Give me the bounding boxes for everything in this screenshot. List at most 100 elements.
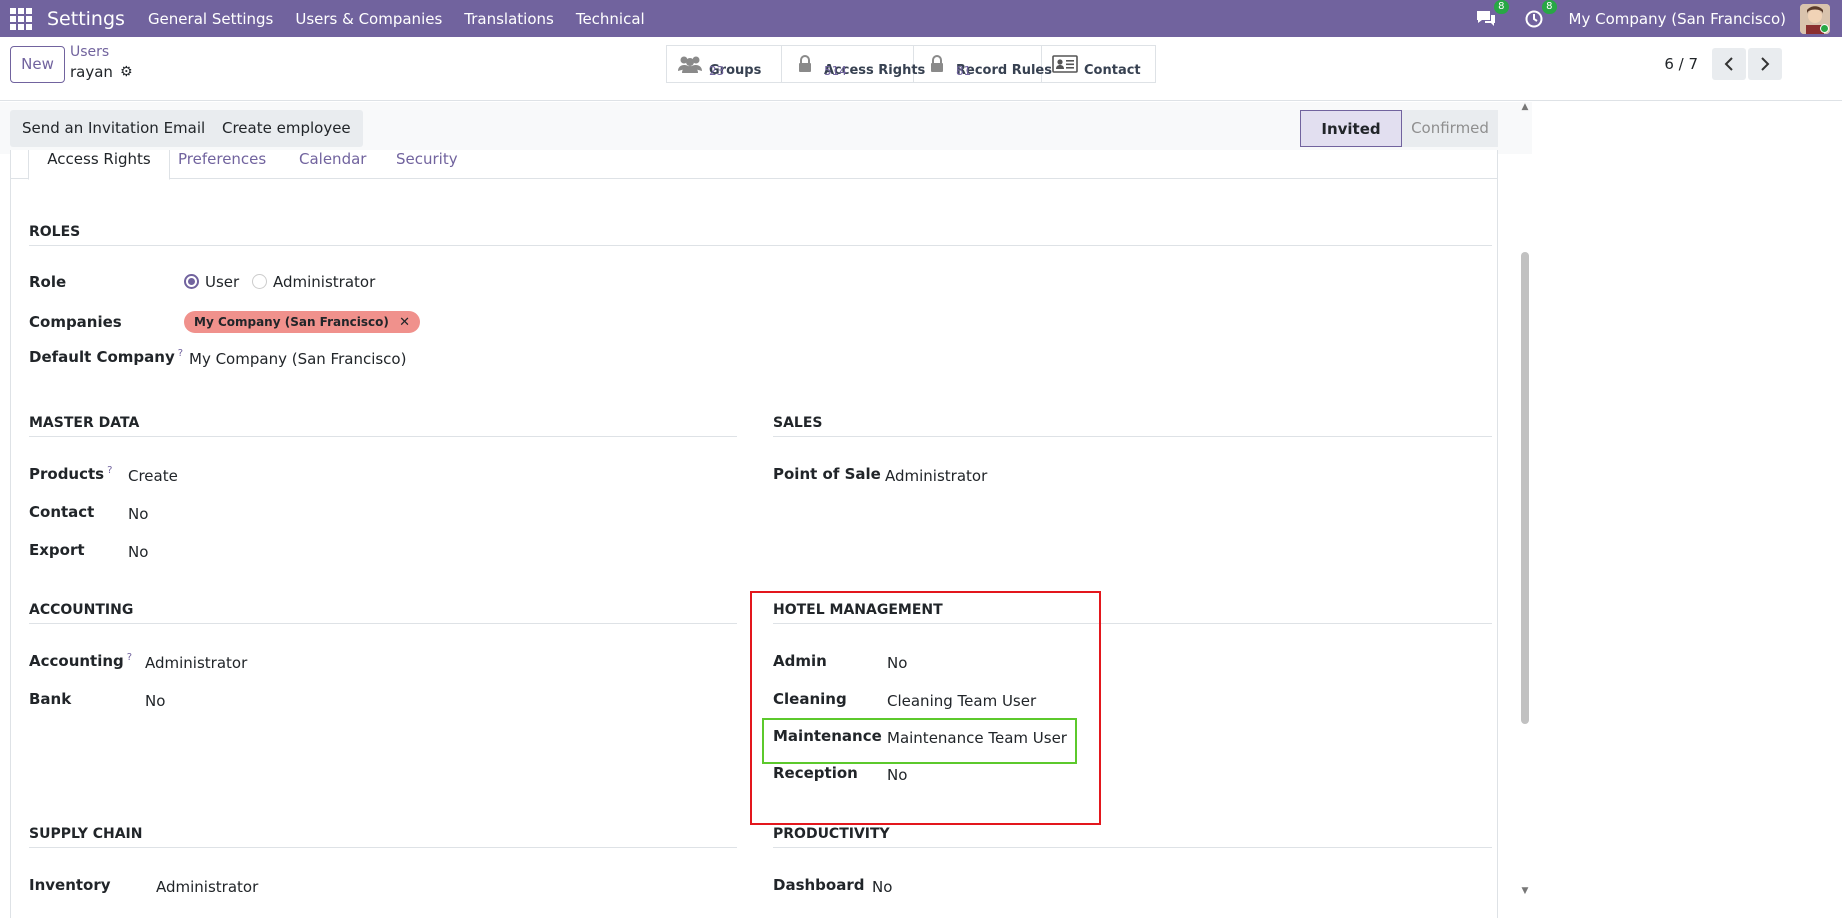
chat-icon	[1476, 10, 1495, 26]
id-card-icon	[1052, 55, 1078, 73]
section-divider	[29, 847, 737, 848]
section-divider	[773, 436, 1492, 437]
scroll-down-arrow-icon[interactable]: ▼	[1520, 886, 1530, 896]
breadcrumb-users-link[interactable]: Users	[70, 44, 109, 60]
users-icon	[677, 55, 703, 73]
section-divider	[29, 436, 737, 437]
send-invitation-button[interactable]: Send an Invitation Email	[10, 110, 218, 147]
lock-icon	[924, 55, 950, 73]
contact-field-label: Contact	[29, 503, 95, 521]
access-rights-count: 514	[824, 64, 847, 78]
menu-translations[interactable]: Translations	[464, 10, 554, 28]
scroll-up-arrow-icon[interactable]: ▲	[1520, 102, 1530, 112]
export-field[interactable]: No	[128, 543, 148, 561]
tab-preferences[interactable]: Preferences	[178, 150, 266, 168]
default-company-label-text: Default Company	[29, 348, 175, 366]
section-supply-chain-title: SUPPLY CHAIN	[29, 826, 143, 842]
role-option-user-label: User	[205, 273, 240, 291]
new-button[interactable]: New	[10, 46, 65, 83]
apps-grid-icon[interactable]	[10, 7, 32, 30]
companies-label: Companies	[29, 313, 122, 331]
section-productivity-title: PRODUCTIVITY	[773, 826, 890, 842]
clock-icon	[1525, 10, 1543, 27]
role-label: Role	[29, 273, 67, 291]
help-tooltip-icon[interactable]: ?	[127, 652, 132, 663]
contact-field[interactable]: No	[128, 505, 148, 523]
groups-count: 23	[709, 64, 725, 78]
close-icon[interactable]: ✕	[399, 315, 410, 330]
highlight-hotel-management-box	[750, 591, 1101, 825]
default-company-field[interactable]: My Company (San Francisco)	[189, 350, 406, 368]
help-tooltip-icon[interactable]: ?	[107, 465, 112, 476]
bank-field[interactable]: No	[145, 692, 165, 710]
products-label-text: Products	[29, 465, 105, 483]
section-sales-title: SALES	[773, 415, 823, 431]
menu-general-settings[interactable]: General Settings	[148, 10, 273, 28]
contact-label: Contact	[1084, 63, 1141, 78]
user-avatar[interactable]	[1800, 3, 1830, 34]
section-master-data-title: MASTER DATA	[29, 415, 140, 431]
menu-technical[interactable]: Technical	[576, 10, 645, 28]
notebook-tabs: Access Rights Preferences Calendar Secur…	[11, 150, 1497, 180]
gear-icon[interactable]: ⚙	[120, 64, 133, 80]
groups-smart-button[interactable]: Groups 23	[666, 45, 781, 83]
accounting-label: Accounting?	[29, 652, 132, 670]
section-roles-title: ROLES	[29, 224, 81, 240]
record-rules-count: 81	[956, 64, 972, 78]
section-accounting-title: ACCOUNTING	[29, 602, 134, 618]
app-brand[interactable]: Settings	[47, 8, 125, 30]
smart-buttons: Groups 23 Access Rights 514 Record Rules…	[666, 45, 1156, 83]
role-option-user[interactable]: User	[184, 273, 239, 291]
export-label: Export	[29, 541, 85, 559]
top-navbar: Settings General Settings Users & Compan…	[0, 0, 1842, 37]
control-panel: New Users rayan ⚙ Groups 23 Access Right…	[0, 37, 1842, 101]
accounting-label-text: Accounting	[29, 652, 124, 670]
radio-checked-icon	[184, 274, 199, 289]
activities-count-badge: 8	[1542, 0, 1557, 14]
messages-count-badge: 8	[1494, 0, 1509, 14]
products-field[interactable]: Create	[128, 467, 178, 485]
record-name: rayan	[70, 63, 113, 81]
pager-value[interactable]: 6 / 7	[1664, 55, 1698, 73]
tab-calendar[interactable]: Calendar	[299, 150, 366, 168]
pager-previous-button[interactable]	[1712, 48, 1746, 80]
form-scrollbar[interactable]: ▲ ▼	[1520, 102, 1530, 902]
default-company-label: Default Company?	[29, 348, 183, 366]
record-pager: 6 / 7	[1664, 48, 1782, 80]
inventory-field[interactable]: Administrator	[156, 878, 258, 896]
products-label: Products?	[29, 465, 112, 483]
online-status-dot	[1820, 23, 1829, 33]
record-rules-smart-button[interactable]: Record Rules 81	[913, 45, 1052, 83]
tab-security[interactable]: Security	[396, 150, 458, 168]
dashboard-label: Dashboard	[773, 876, 865, 894]
lock-icon	[792, 55, 818, 73]
point-of-sale-label: Point of Sale	[773, 465, 881, 483]
tab-access-rights[interactable]: Access Rights	[28, 150, 170, 180]
access-rights-smart-button[interactable]: Access Rights 514	[781, 45, 925, 83]
stage-confirmed[interactable]: Confirmed	[1402, 110, 1498, 147]
role-option-administrator[interactable]: Administrator	[252, 273, 375, 291]
breadcrumb-current: rayan ⚙	[70, 63, 133, 81]
create-employee-button[interactable]: Create employee	[210, 110, 363, 147]
section-divider	[29, 245, 1492, 246]
company-switcher[interactable]: My Company (San Francisco)	[1569, 10, 1786, 28]
accounting-field[interactable]: Administrator	[145, 654, 247, 672]
point-of-sale-field[interactable]: Administrator	[885, 467, 987, 485]
activities-button[interactable]: 8	[1521, 0, 1557, 32]
stage-invited[interactable]: Invited	[1300, 110, 1402, 147]
scrollbar-thumb[interactable]	[1521, 252, 1529, 724]
bank-label: Bank	[29, 690, 72, 708]
pager-next-button[interactable]	[1748, 48, 1782, 80]
dashboard-field[interactable]: No	[872, 878, 892, 896]
section-divider	[773, 847, 1492, 848]
company-tag[interactable]: My Company (San Francisco) ✕	[184, 311, 420, 333]
menu-users-companies[interactable]: Users & Companies	[295, 10, 442, 28]
section-divider	[29, 623, 737, 624]
messages-button[interactable]: 8	[1473, 0, 1509, 32]
highlight-maintenance-box	[762, 718, 1077, 764]
chevron-right-icon	[1761, 57, 1770, 71]
chevron-left-icon	[1724, 57, 1733, 71]
contact-smart-button[interactable]: Contact	[1041, 45, 1156, 83]
role-option-administrator-label: Administrator	[273, 273, 376, 291]
help-tooltip-icon[interactable]: ?	[178, 348, 183, 359]
